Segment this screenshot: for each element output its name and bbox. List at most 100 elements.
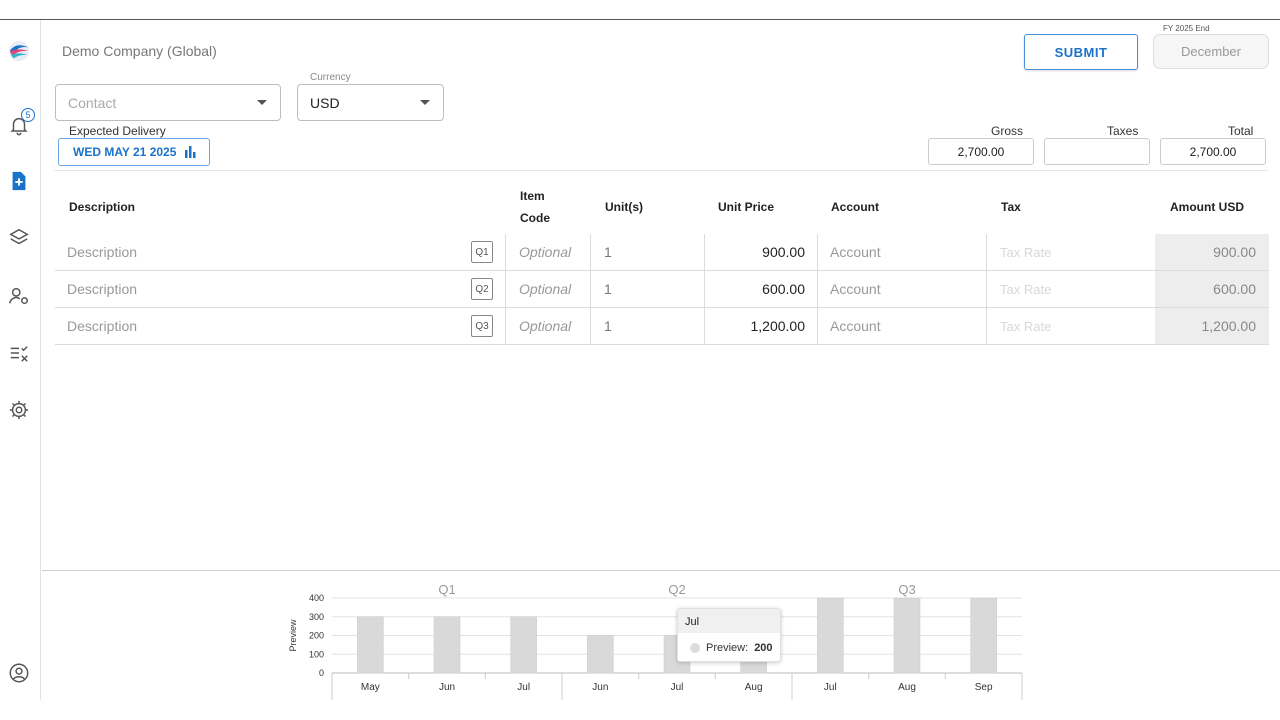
expected-delivery-button[interactable]: WED MAY 21 2025	[58, 138, 210, 166]
group-label: Q2	[668, 582, 685, 597]
x-tick-label: Jul	[671, 682, 684, 693]
account-circle-icon[interactable]	[6, 660, 32, 686]
gear-icon[interactable]	[6, 397, 32, 423]
x-tick-label: Aug	[745, 682, 763, 693]
chevron-down-icon	[420, 100, 430, 105]
x-tick-label: May	[361, 682, 380, 693]
x-tick-label: Jul	[517, 682, 530, 693]
contact-select[interactable]: Contact	[55, 84, 281, 121]
quarter-badge[interactable]: Q3	[471, 315, 493, 337]
total-label: Total	[1228, 124, 1254, 138]
bar	[817, 597, 844, 674]
unit-price-input[interactable]: 1,200.00	[704, 308, 817, 344]
table-row: Description Q1 Optional 1 900.00 Account…	[55, 234, 1269, 271]
currency-label: Currency	[308, 72, 353, 83]
preview-divider	[42, 570, 1280, 571]
total-field: 2,700.00	[1160, 138, 1266, 165]
currency-select[interactable]: USD	[297, 84, 444, 121]
y-axis-label: Preview	[288, 619, 298, 652]
currency-value: USD	[310, 95, 340, 111]
fy-end-field[interactable]: December	[1153, 34, 1269, 69]
amount-value: 1,200.00	[1155, 308, 1269, 344]
x-tick-label: Sep	[975, 682, 993, 693]
account-input[interactable]: Account	[817, 234, 986, 270]
series-dot-icon	[690, 643, 700, 653]
col-tax: Tax	[1001, 200, 1021, 214]
x-tick-label: Jun	[592, 682, 608, 693]
amount-value: 900.00	[1155, 234, 1269, 270]
account-input[interactable]: Account	[817, 308, 986, 344]
bar	[433, 616, 461, 674]
gross-field: 2,700.00	[928, 138, 1034, 165]
tooltip-title: Jul	[678, 609, 780, 633]
quarter-badge[interactable]: Q1	[471, 241, 493, 263]
tax-rate-input[interactable]: Tax Rate	[986, 308, 1155, 344]
y-tick-label: 0	[319, 668, 324, 678]
y-tick-label: 400	[309, 593, 324, 603]
x-tick-label: Jul	[824, 682, 837, 693]
company-name: Demo Company (Global)	[62, 43, 217, 59]
bar	[893, 597, 921, 674]
tax-rate-input[interactable]: Tax Rate	[986, 234, 1155, 270]
app-logo-icon[interactable]	[6, 38, 32, 64]
logo-mark	[8, 40, 30, 62]
preview-chart-svg: 0 100 200 300 400 Preview May Jun Jul Jun Jul Aug Ju…	[288, 582, 1023, 700]
y-tick-label: 200	[309, 631, 324, 641]
expected-delivery-date: WED MAY 21 2025	[73, 145, 177, 159]
description-input[interactable]: Description	[55, 308, 505, 344]
item-code-input[interactable]: Optional	[505, 234, 590, 270]
table-row: Description Q3 Optional 1 1,200.00 Accou…	[55, 308, 1269, 345]
item-code-input[interactable]: Optional	[505, 308, 590, 344]
taxes-field	[1044, 138, 1150, 165]
gross-label: Gross	[991, 124, 1024, 138]
y-tick-label: 100	[309, 649, 324, 659]
bar	[357, 616, 384, 674]
expected-delivery-label: Expected Delivery	[69, 124, 166, 138]
group-label: Q1	[438, 582, 455, 597]
col-item-code-line2: Code	[520, 211, 550, 225]
units-input[interactable]: 1	[590, 271, 704, 307]
fy-end-label: FY 2025 End	[1163, 24, 1210, 33]
x-tick-label: Aug	[898, 682, 916, 693]
col-units: Unit(s)	[605, 200, 643, 214]
sidebar	[0, 20, 41, 700]
tax-rate-input[interactable]: Tax Rate	[986, 271, 1155, 307]
bar	[587, 635, 614, 674]
account-input[interactable]: Account	[817, 271, 986, 307]
tooltip-series: Preview:	[706, 642, 749, 654]
group-label: Q3	[898, 582, 915, 597]
unit-price-input[interactable]: 900.00	[704, 234, 817, 270]
units-input[interactable]: 1	[590, 308, 704, 344]
quarter-badge[interactable]: Q2	[471, 278, 493, 300]
tooltip-value: 200	[754, 642, 773, 654]
col-amount: Amount USD	[1170, 200, 1244, 214]
amount-value: 600.00	[1155, 271, 1269, 307]
item-code-input[interactable]: Optional	[505, 271, 590, 307]
table-row: Description Q2 Optional 1 600.00 Account…	[55, 271, 1269, 308]
col-item-code-line1: Item	[520, 189, 545, 203]
user-settings-icon[interactable]	[6, 283, 32, 309]
col-unit-price: Unit Price	[718, 200, 775, 214]
description-input[interactable]: Description	[55, 234, 505, 270]
layers-icon[interactable]	[6, 225, 32, 251]
preview-chart: 0 100 200 300 400 Preview May Jun Jul Jun Jul Aug Ju…	[282, 576, 1042, 700]
col-description: Description	[69, 200, 136, 214]
description-input[interactable]: Description	[55, 271, 505, 307]
chart-tooltip: Jul Preview: 200	[677, 608, 781, 662]
checklist-icon[interactable]	[6, 340, 32, 366]
unit-price-input[interactable]: 600.00	[704, 271, 817, 307]
col-account: Account	[831, 200, 879, 214]
bar	[510, 616, 537, 674]
units-input[interactable]: 1	[590, 234, 704, 270]
y-tick-label: 300	[309, 612, 324, 622]
section-divider	[54, 170, 1268, 171]
x-tick-label: Jun	[439, 682, 455, 693]
tooltip-body: Preview: 200	[678, 633, 780, 663]
submit-button[interactable]: SUBMIT	[1024, 34, 1138, 70]
bar	[970, 597, 997, 674]
contact-placeholder: Contact	[68, 95, 117, 111]
new-document-icon[interactable]	[6, 168, 32, 194]
notification-badge: 5	[21, 108, 35, 122]
chevron-down-icon	[257, 100, 267, 105]
taxes-label: Taxes	[1107, 124, 1139, 138]
